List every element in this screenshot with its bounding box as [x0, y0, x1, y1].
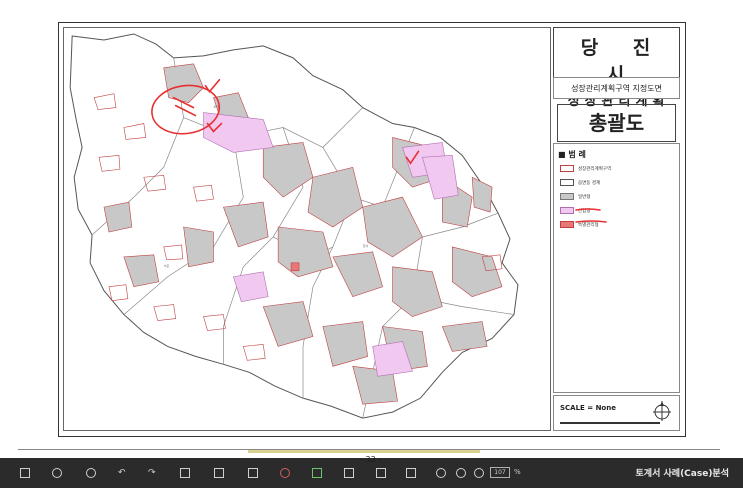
legend-item: 일반형: [560, 191, 679, 202]
legend-item: 성장관리계획구역: [560, 163, 679, 174]
undo-icon[interactable]: ↶: [118, 468, 128, 478]
highlighter-icon[interactable]: [312, 468, 322, 478]
svg-text:합덕: 합덕: [363, 243, 369, 248]
map-frame: 송악 합덕 석문 당 진 시 성장관리계획 성장관리계획구역 지정도면 총괄도 …: [58, 22, 686, 437]
viewer-toolbar: ↶ ↷ 107 % 토계서 사례(Case)분석: [0, 458, 743, 488]
scale-bar: [560, 422, 660, 424]
overview-title: 총괄도: [557, 104, 676, 142]
zoom-input[interactable]: 107: [490, 467, 510, 478]
legend-label: 일반형: [578, 194, 591, 200]
legend-label: 읍면동 경계: [578, 180, 601, 186]
zoom-unit: %: [514, 468, 521, 476]
scale-label: SCALE = None: [560, 404, 616, 412]
north-arrow-icon: [653, 401, 671, 421]
legend-label: 성장관리계획구역: [578, 166, 612, 172]
redo-icon[interactable]: ↷: [148, 468, 158, 478]
crop-icon[interactable]: [248, 468, 258, 478]
zoom-in-icon[interactable]: [474, 468, 484, 478]
map-area: 송악 합덕 석문: [63, 27, 551, 431]
layout-icon[interactable]: [376, 468, 386, 478]
legend-box: ■ 범 례 성장관리계획구역 읍면동 경계 일반형 산업형 특별관리형: [553, 143, 680, 393]
dangjin-map: 송악 합덕 석문: [69, 33, 519, 419]
page-highlight: [248, 450, 480, 453]
info-icon[interactable]: [436, 468, 446, 478]
legend-swatch: [560, 193, 574, 200]
footer-title: 토계서 사례(Case)분석: [635, 469, 729, 479]
copy-icon[interactable]: [214, 468, 224, 478]
legend-item: 읍면동 경계: [560, 177, 679, 188]
legend-swatch: [560, 179, 574, 186]
legend-underline-annotation: [575, 208, 607, 223]
special-zone: [290, 262, 300, 272]
zoom-out-icon[interactable]: [456, 468, 466, 478]
svg-text:송악: 송악: [213, 104, 219, 109]
legend-panel: 당 진 시 성장관리계획 성장관리계획구역 지정도면 총괄도 ■ 범 례 성장관…: [553, 27, 680, 431]
map-subtitle: 성장관리계획구역 지정도면: [553, 77, 680, 99]
fullscreen-icon[interactable]: [20, 468, 30, 478]
legend-heading: ■ 범 례: [558, 150, 586, 159]
svg-text:석문: 석문: [164, 263, 170, 268]
marker-icon[interactable]: [280, 468, 290, 478]
download-icon[interactable]: [86, 468, 96, 478]
city-boundary: [69, 33, 519, 419]
page-icon[interactable]: [180, 468, 190, 478]
eraser-icon[interactable]: [344, 468, 354, 478]
pointer-icon[interactable]: [52, 468, 62, 478]
grid-icon[interactable]: [406, 468, 416, 478]
scale-box: SCALE = None: [553, 395, 680, 431]
legend-swatch: [560, 165, 574, 172]
